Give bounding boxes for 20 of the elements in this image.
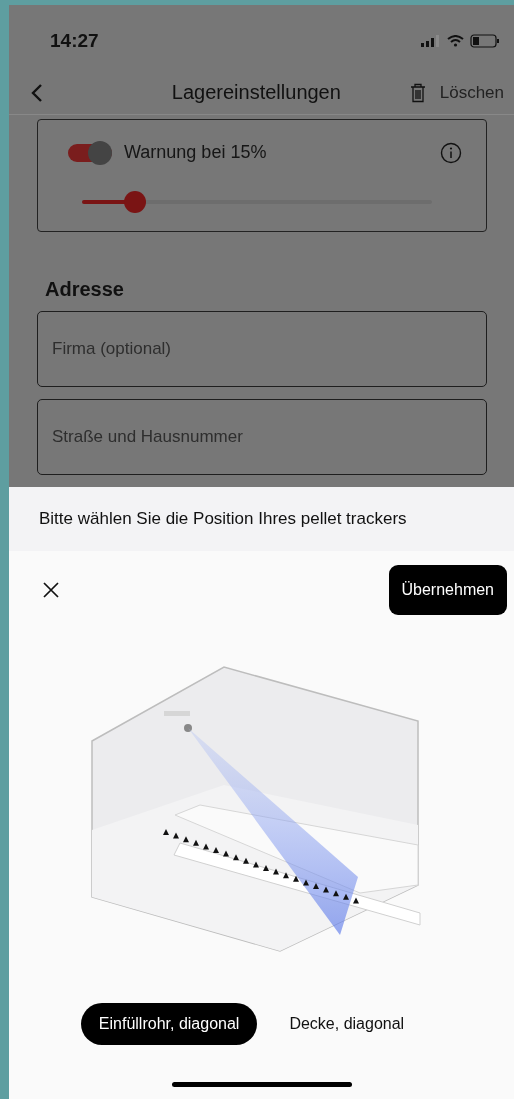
position-option[interactable]: Einfüllrohr, diagonal [80, 1003, 258, 1045]
sheet-prompt: Bitte wählen Sie die Position Ihres pellet trackers [39, 509, 407, 529]
status-time: 14:27 [50, 30, 99, 53]
section-heading: Adresse [45, 278, 125, 301]
signal-icon [421, 35, 441, 48]
close-button[interactable] [42, 581, 60, 599]
warning-label: Warnung bei 15% [124, 142, 268, 164]
warning-toggle[interactable] [68, 143, 112, 162]
apply-button[interactable]: Übernehmen [388, 565, 507, 615]
wifi-icon [447, 35, 464, 48]
back-button[interactable] [31, 82, 43, 103]
battery-icon [470, 34, 500, 49]
text-field[interactable]: Straße und Hausnummer [37, 399, 487, 475]
text-field[interactable]: Firma (optional) [37, 311, 487, 387]
position-option[interactable]: Decke, diagonal [271, 1003, 423, 1045]
warning-slider[interactable] [82, 190, 432, 213]
info-icon[interactable] [440, 141, 462, 164]
trash-icon [409, 82, 426, 103]
delete-button[interactable]: Löschen [409, 82, 504, 103]
page-title: Lagereinstellungen [170, 81, 342, 104]
